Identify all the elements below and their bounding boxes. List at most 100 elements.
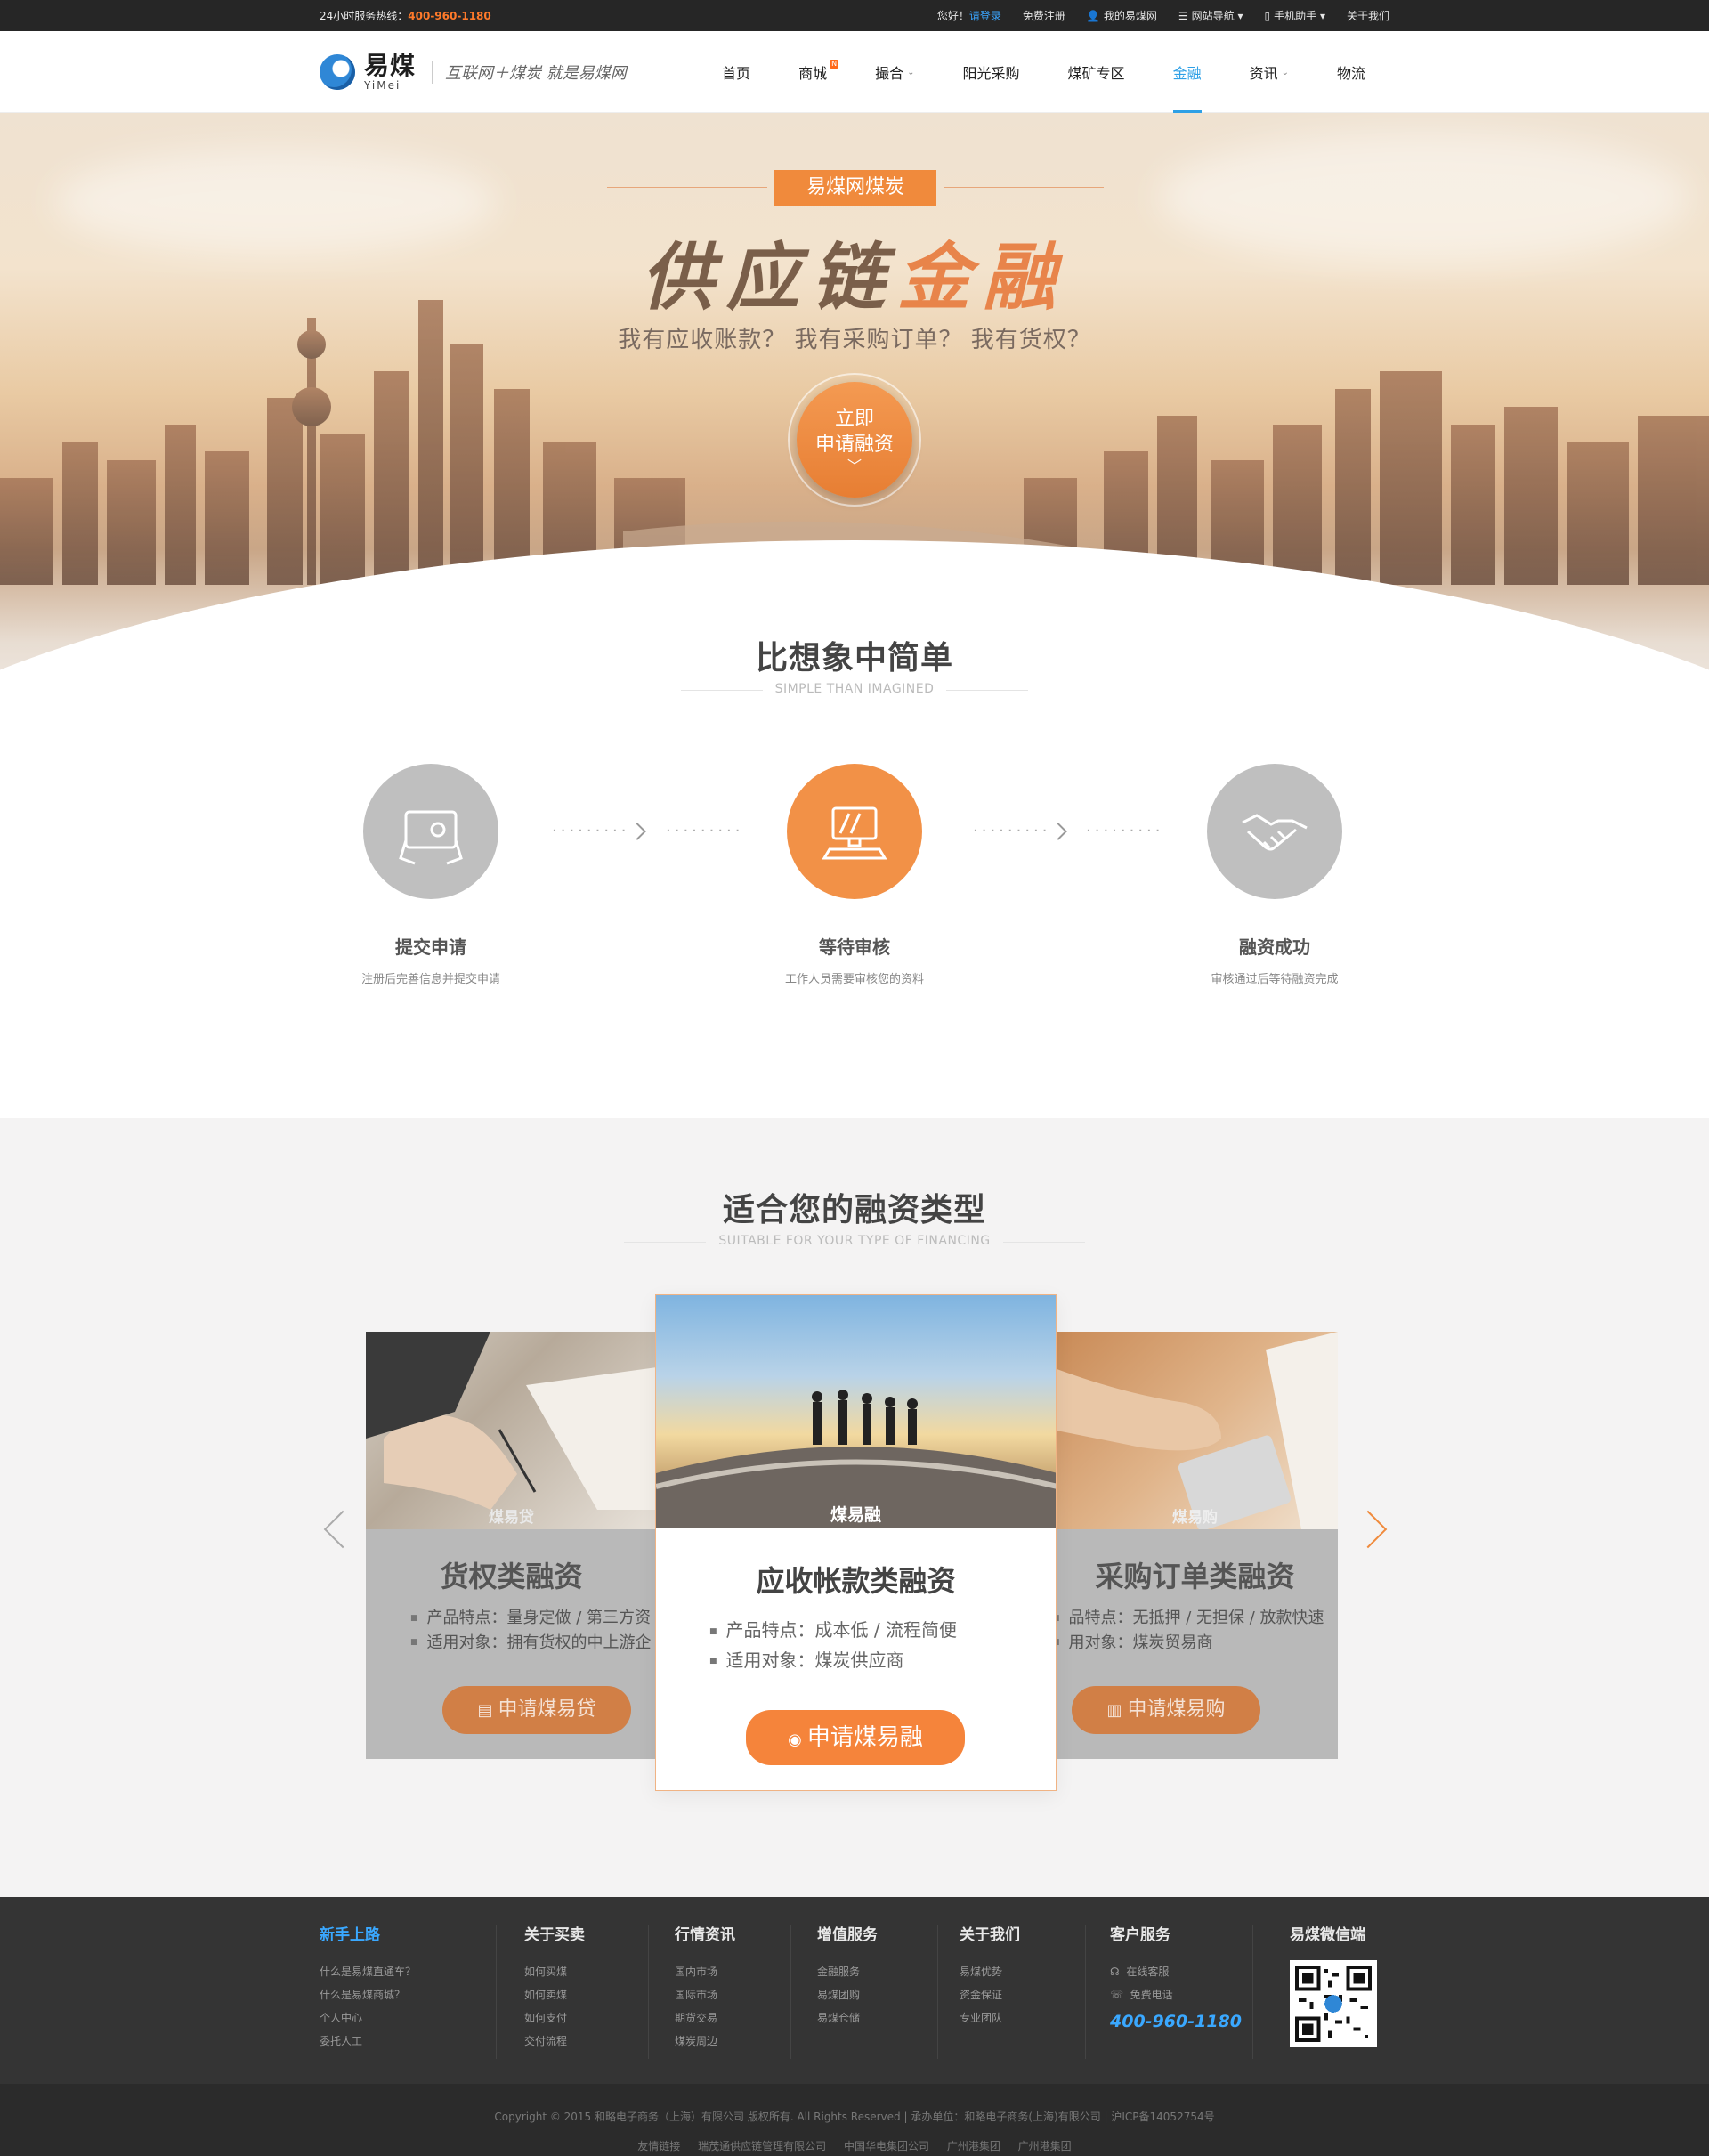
apply-meiyidai-button[interactable]: ▤ 申请煤易贷 — [442, 1686, 631, 1734]
footer-link[interactable]: 易煤优势 — [960, 1960, 1020, 1983]
logo-subtext: YiMei — [364, 79, 401, 92]
hero-title-part: 供应链 — [641, 235, 897, 320]
step-name: 等待审核 — [819, 936, 890, 958]
step-desc: 工作人员需要审核您的资料 — [784, 973, 924, 986]
hotline-number[interactable]: 400-960-1180 — [408, 10, 490, 22]
dotted-connector: ......... — [973, 817, 1051, 836]
simple-section-title: 比想象中简单 SIMPLE THAN IMAGINED — [0, 632, 1709, 696]
nav-mine-zone[interactable]: 煤矿专区 — [1044, 31, 1149, 113]
footer-link[interactable]: 如何卖煤 — [524, 1983, 585, 2006]
free-phone-label: ☏ 免费电话 — [1110, 1983, 1242, 2006]
phone-icon: ☏ — [1110, 1989, 1124, 2001]
signing-photo — [366, 1332, 657, 1529]
footer-link[interactable]: 个人中心 — [320, 2006, 416, 2030]
footer-link[interactable]: 资金保证 — [960, 1983, 1020, 2006]
apply-line1: 立即 — [834, 408, 874, 430]
document-icon: ▤ — [477, 1701, 493, 1720]
nav-match[interactable]: 撮合 ⌄ — [851, 31, 938, 113]
card-receivables-financing[interactable]: 煤易融 应收帐款类融资 产品特点：成本低 / 流程简便 适用对象：煤炭供应商 ◉… — [655, 1294, 1057, 1791]
footer-col-title: 关于我们 — [960, 1926, 1020, 1944]
friend-link[interactable]: 中国华电集团公司 — [844, 2140, 929, 2152]
my-account-link[interactable]: 👤 我的易煤网 — [1087, 8, 1157, 23]
friend-link[interactable]: 瑞茂通供应链管理有限公司 — [698, 2140, 826, 2152]
button-label: 申请煤易购 — [1127, 1698, 1226, 1721]
footer-col-title: 客户服务 — [1110, 1926, 1170, 1944]
footer-link[interactable]: 国际市场 — [675, 1983, 735, 2006]
footer-divider — [1085, 1925, 1086, 2059]
nav-finance[interactable]: 金融 — [1149, 31, 1226, 113]
feature-item: 适用对象：拥有货权的中上游企 — [410, 1631, 657, 1656]
hero-tag: 易煤网煤炭 — [607, 170, 1104, 206]
step-success: 融资成功 审核通过后等待融资完成 — [1141, 764, 1408, 986]
coin-icon: ◉ — [788, 1730, 802, 1749]
nav-label: 首页 — [722, 65, 751, 82]
online-service-link[interactable]: ☊ 在线客服 — [1110, 1960, 1242, 1983]
nav-label: 金融 — [1172, 65, 1202, 82]
money-icon: ▥ — [1106, 1701, 1122, 1720]
footer-link[interactable]: 如何支付 — [524, 2006, 585, 2030]
footer-col-newbie: 新手上路 什么是易煤直通车？ 什么是易煤商城？ 个人中心 委托人工 — [320, 1922, 416, 2053]
footer-link[interactable]: 交付流程 — [524, 2030, 585, 2053]
feature-item: 品特点：无抵押 / 无担保 / 放款快速 — [1052, 1606, 1338, 1631]
greeting-text: 您好！ — [936, 10, 969, 22]
footer-link[interactable]: 委托人工 — [320, 2030, 416, 2053]
card-order-financing[interactable]: 煤易购 采购订单类融资 品特点：无抵押 / 无担保 / 放款快速 用对象：煤炭贸… — [1052, 1332, 1338, 1759]
logo-text: 易煤 — [364, 51, 417, 80]
nav-logistics[interactable]: 物流 — [1313, 31, 1389, 113]
footer-link[interactable]: 什么是易煤商城？ — [320, 1983, 416, 2006]
footer-divider — [937, 1925, 938, 2059]
footer-col-customer-service: 客户服务 ☊ 在线客服 ☏ 免费电话 400-960-1180 — [1110, 1922, 1242, 2031]
nav-home[interactable]: 首页 — [698, 31, 774, 113]
footer-link[interactable]: 金融服务 — [817, 1960, 878, 1983]
logo[interactable]: 易煤 YiMei 互联网＋煤炭 就是易煤网 — [320, 53, 627, 91]
computer-icon — [787, 764, 922, 899]
new-badge: N — [830, 60, 839, 69]
footer-link[interactable]: 期货交易 — [675, 2006, 735, 2030]
footer-divider — [496, 1925, 497, 2059]
about-link[interactable]: 关于我们 — [1347, 8, 1389, 23]
top-bar: 24小时服务热线：400-960-1180 您好！请登录 免费注册 👤 我的易煤网… — [0, 0, 1709, 31]
footer-col-title: 关于买卖 — [524, 1926, 585, 1944]
chevron-down-icon: ﹀ — [846, 458, 862, 474]
hero-subtitle: 我有应收账款？ 我有采购订单？ 我有货权？ — [618, 327, 1091, 353]
nav-news[interactable]: 资讯 ⌄ — [1226, 31, 1313, 113]
friend-link[interactable]: 广州港集团 — [947, 2140, 1000, 2152]
footer-col-title: 行情资讯 — [675, 1926, 735, 1944]
nav-procurement[interactable]: 阳光采购 — [939, 31, 1044, 113]
footer-link[interactable]: 专业团队 — [960, 2006, 1020, 2030]
footer-col-trade: 关于买卖 如何买煤 如何卖煤 如何支付 交付流程 — [524, 1922, 585, 2053]
site-nav-link[interactable]: ☰ 网站导航 ▾ — [1178, 8, 1243, 23]
footer: 新手上路 什么是易煤直通车？ 什么是易煤商城？ 个人中心 委托人工 关于买卖 如… — [0, 1897, 1709, 2084]
footer-link[interactable]: 易煤仓储 — [817, 2006, 878, 2030]
photo-label: 煤易购 — [1172, 1509, 1218, 1527]
step-submit: 提交申请 注册后完善信息并提交申请 — [297, 764, 564, 986]
greeting: 您好！请登录 — [937, 8, 1001, 23]
service-phone-number[interactable]: 400-960-1180 — [1110, 2012, 1242, 2031]
friend-link[interactable]: 广州港集团 — [1018, 2140, 1072, 2152]
card-goods-financing[interactable]: 煤易贷 货权类融资 产品特点：量身定做 / 第三方资 适用对象：拥有货权的中上游… — [366, 1332, 657, 1759]
apply-meiyigou-button[interactable]: ▥ 申请煤易购 — [1072, 1686, 1260, 1734]
site-nav-label: 网站导航 — [1191, 10, 1235, 22]
mobile-link[interactable]: ▯ 手机助手 ▾ — [1265, 8, 1325, 23]
friend-links-label: 友情链接 — [637, 2140, 681, 2152]
footer-link[interactable]: 易煤团购 — [817, 1983, 878, 2006]
hotline: 24小时服务热线：400-960-1180 — [320, 8, 491, 23]
footer-link[interactable]: 国内市场 — [675, 1960, 735, 1983]
nav-mall[interactable]: 商城 N — [774, 31, 851, 113]
footer-col-service: 增值服务 金融服务 易煤团购 易煤仓储 — [817, 1922, 878, 2030]
copyright: Copyright © 2015 和略电子商务（上海）有限公司 版权所有. Al… — [494, 2111, 1215, 2123]
login-link[interactable]: 请登录 — [969, 10, 1001, 22]
footer-link[interactable]: 煤炭周边 — [675, 2030, 735, 2053]
footer-link[interactable]: 什么是易煤直通车？ — [320, 1960, 416, 1983]
friend-links: 友情链接 瑞茂通供应链管理有限公司 中国华电集团公司 广州港集团 广州港集团 — [0, 2138, 1709, 2153]
apply-meiyirong-button[interactable]: ◉ 申请煤易融 — [746, 1710, 965, 1765]
team-photo — [656, 1295, 1056, 1528]
footer-bottom: Copyright © 2015 和略电子商务（上海）有限公司 版权所有. Al… — [0, 2084, 1709, 2156]
footer-col-market: 行情资讯 国内市场 国际市场 期货交易 煤炭周边 — [675, 1922, 735, 2053]
register-link[interactable]: 免费注册 — [1023, 8, 1065, 23]
nav-label: 物流 — [1336, 65, 1365, 82]
section-subtitle: SIMPLE THAN IMAGINED — [680, 682, 1029, 696]
footer-link[interactable]: 如何买煤 — [524, 1960, 585, 1983]
chevron-down-icon: ⌄ — [907, 67, 915, 77]
apply-financing-button[interactable]: 立即 申请融资 ﹀ — [788, 373, 921, 507]
